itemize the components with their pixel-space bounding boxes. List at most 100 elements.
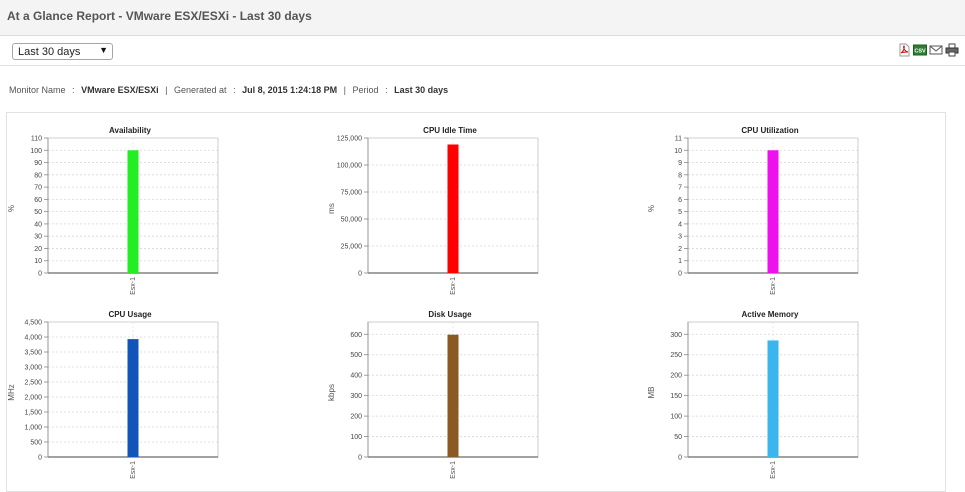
y-tick-label: 110 [31,136,42,143]
y-tick-label: 1,500 [24,410,42,417]
chart-disk-usage: Disk Usage 0 100 200 300 400 500 600 kbps Esx-1 [320,304,550,489]
period-value: Last 30 days [394,85,449,95]
y-tick-label: 2,000 [24,395,42,402]
y-tick-label: 90 [34,160,42,167]
y-tick-label: 500 [350,352,362,359]
export-icons: CSV [897,43,959,59]
y-tick-label: 50,000 [341,217,363,224]
y-tick-label: 500 [30,440,42,447]
y-tick-label: 2 [678,246,682,253]
y-tick-label: 4,500 [24,320,42,327]
y-tick-label: 20 [34,246,42,253]
y-tick-label: 10 [34,258,42,265]
y-tick-label: 4,000 [24,335,42,342]
bar [127,150,139,273]
y-tick-label: 40 [34,221,42,228]
y-tick-label: 250 [670,352,682,359]
y-axis-label: % [7,205,16,212]
y-tick-label: 30 [34,234,42,241]
report-meta: Monitor Name : VMware ESX/ESXi | Generat… [9,85,448,95]
y-tick-label: 100 [30,148,42,155]
x-category-label: Esx-1 [130,461,137,479]
chart-title: Active Memory [742,310,799,319]
y-tick-label: 400 [350,373,362,380]
y-tick-label: 200 [350,414,362,421]
y-axis-label: MB [647,387,656,399]
y-tick-label: 80 [34,172,42,179]
y-tick-label: 70 [34,185,42,192]
y-axis-label: kbps [327,384,336,401]
y-tick-label: 4 [678,221,682,228]
bar [127,339,139,457]
y-tick-label: 3 [678,234,682,241]
bar [767,340,779,457]
y-tick-label: 60 [34,197,42,204]
generated-at-value: Jul 8, 2015 1:24:18 PM [242,85,338,95]
y-tick-label: 200 [670,373,682,380]
monitor-name-value: VMware ESX/ESXi [81,85,159,95]
chart-cpu-utilization: CPU Utilization 0 1 2 3 4 5 6 7 8 9 10 11% Esx-1 [640,120,870,305]
csv-icon[interactable]: CSV [913,43,927,57]
y-tick-label: 8 [678,172,682,179]
chart-title: CPU Usage [108,310,152,319]
period-select-value: Last 30 days [18,46,81,58]
y-tick-label: 75,000 [341,190,363,197]
chart-title: CPU Idle Time [423,126,477,135]
y-tick-label: 50 [34,209,42,216]
y-tick-label: 300 [670,332,682,339]
email-icon[interactable] [929,43,943,57]
chart-title: CPU Utilization [741,126,798,135]
generated-at-label: Generated at [174,85,227,95]
y-tick-label: 0 [678,455,682,462]
monitor-name-label: Monitor Name [9,85,66,95]
report-toolbar: Last 30 days ▼ CSV [0,36,965,66]
report-header: At a Glance Report - VMware ESX/ESXi - L… [0,0,965,36]
colon-separator: : [385,85,388,95]
y-tick-label: 9 [678,160,682,167]
bar [447,144,459,273]
y-tick-label: 300 [350,393,362,400]
y-tick-label: 1,000 [24,425,42,432]
chart-cpu-usage: CPU Usage 0 500 1,000 1,500 2,000 2,500 3,000 3,… [0,304,230,489]
pipe-separator: | [165,85,168,95]
y-tick-label: 7 [678,185,682,192]
y-tick-label: 100 [350,434,362,441]
y-tick-label: 0 [358,271,362,278]
y-tick-label: 600 [350,332,362,339]
y-axis-label: MHz [7,384,16,400]
y-tick-label: 3,500 [24,350,42,357]
period-label: Period [352,85,379,95]
y-tick-label: 0 [38,271,42,278]
colon-separator: : [233,85,236,95]
chart-availability: Availability 0 10 20 30 40 50 60 70 80 90 100 110% Es… [0,120,230,305]
bar [767,150,779,273]
y-tick-label: 100,000 [337,163,362,170]
x-category-label: Esx-1 [130,277,137,295]
y-tick-label: 6 [678,197,682,204]
x-category-label: Esx-1 [450,277,457,295]
chart-active-memory: Active Memory 0 50 100 150 200 250 300 MB Esx-1 [640,304,870,489]
chart-title: Disk Usage [428,310,472,319]
pdf-icon[interactable] [897,43,911,57]
y-tick-label: 150 [670,393,682,400]
print-icon[interactable] [945,43,959,57]
y-tick-label: 1 [678,258,682,265]
period-select[interactable]: Last 30 days ▼ [12,43,113,60]
x-category-label: Esx-1 [770,277,777,295]
y-tick-label: 0 [678,271,682,278]
y-axis-label: ms [327,203,336,214]
x-category-label: Esx-1 [450,461,457,479]
dropdown-arrow-icon: ▼ [99,45,108,55]
pipe-separator: | [343,85,347,95]
csv-icon-label: CSV [914,49,926,55]
y-tick-label: 125,000 [337,136,362,143]
x-category-label: Esx-1 [770,461,777,479]
y-tick-label: 50 [674,434,682,441]
y-tick-label: 100 [670,414,682,421]
y-tick-label: 3,000 [24,365,42,372]
chart-title: Availability [109,126,151,135]
page-title: At a Glance Report - VMware ESX/ESXi - L… [7,9,312,23]
y-axis-label: % [647,205,656,212]
y-tick-label: 11 [675,136,682,143]
bar [447,334,459,457]
